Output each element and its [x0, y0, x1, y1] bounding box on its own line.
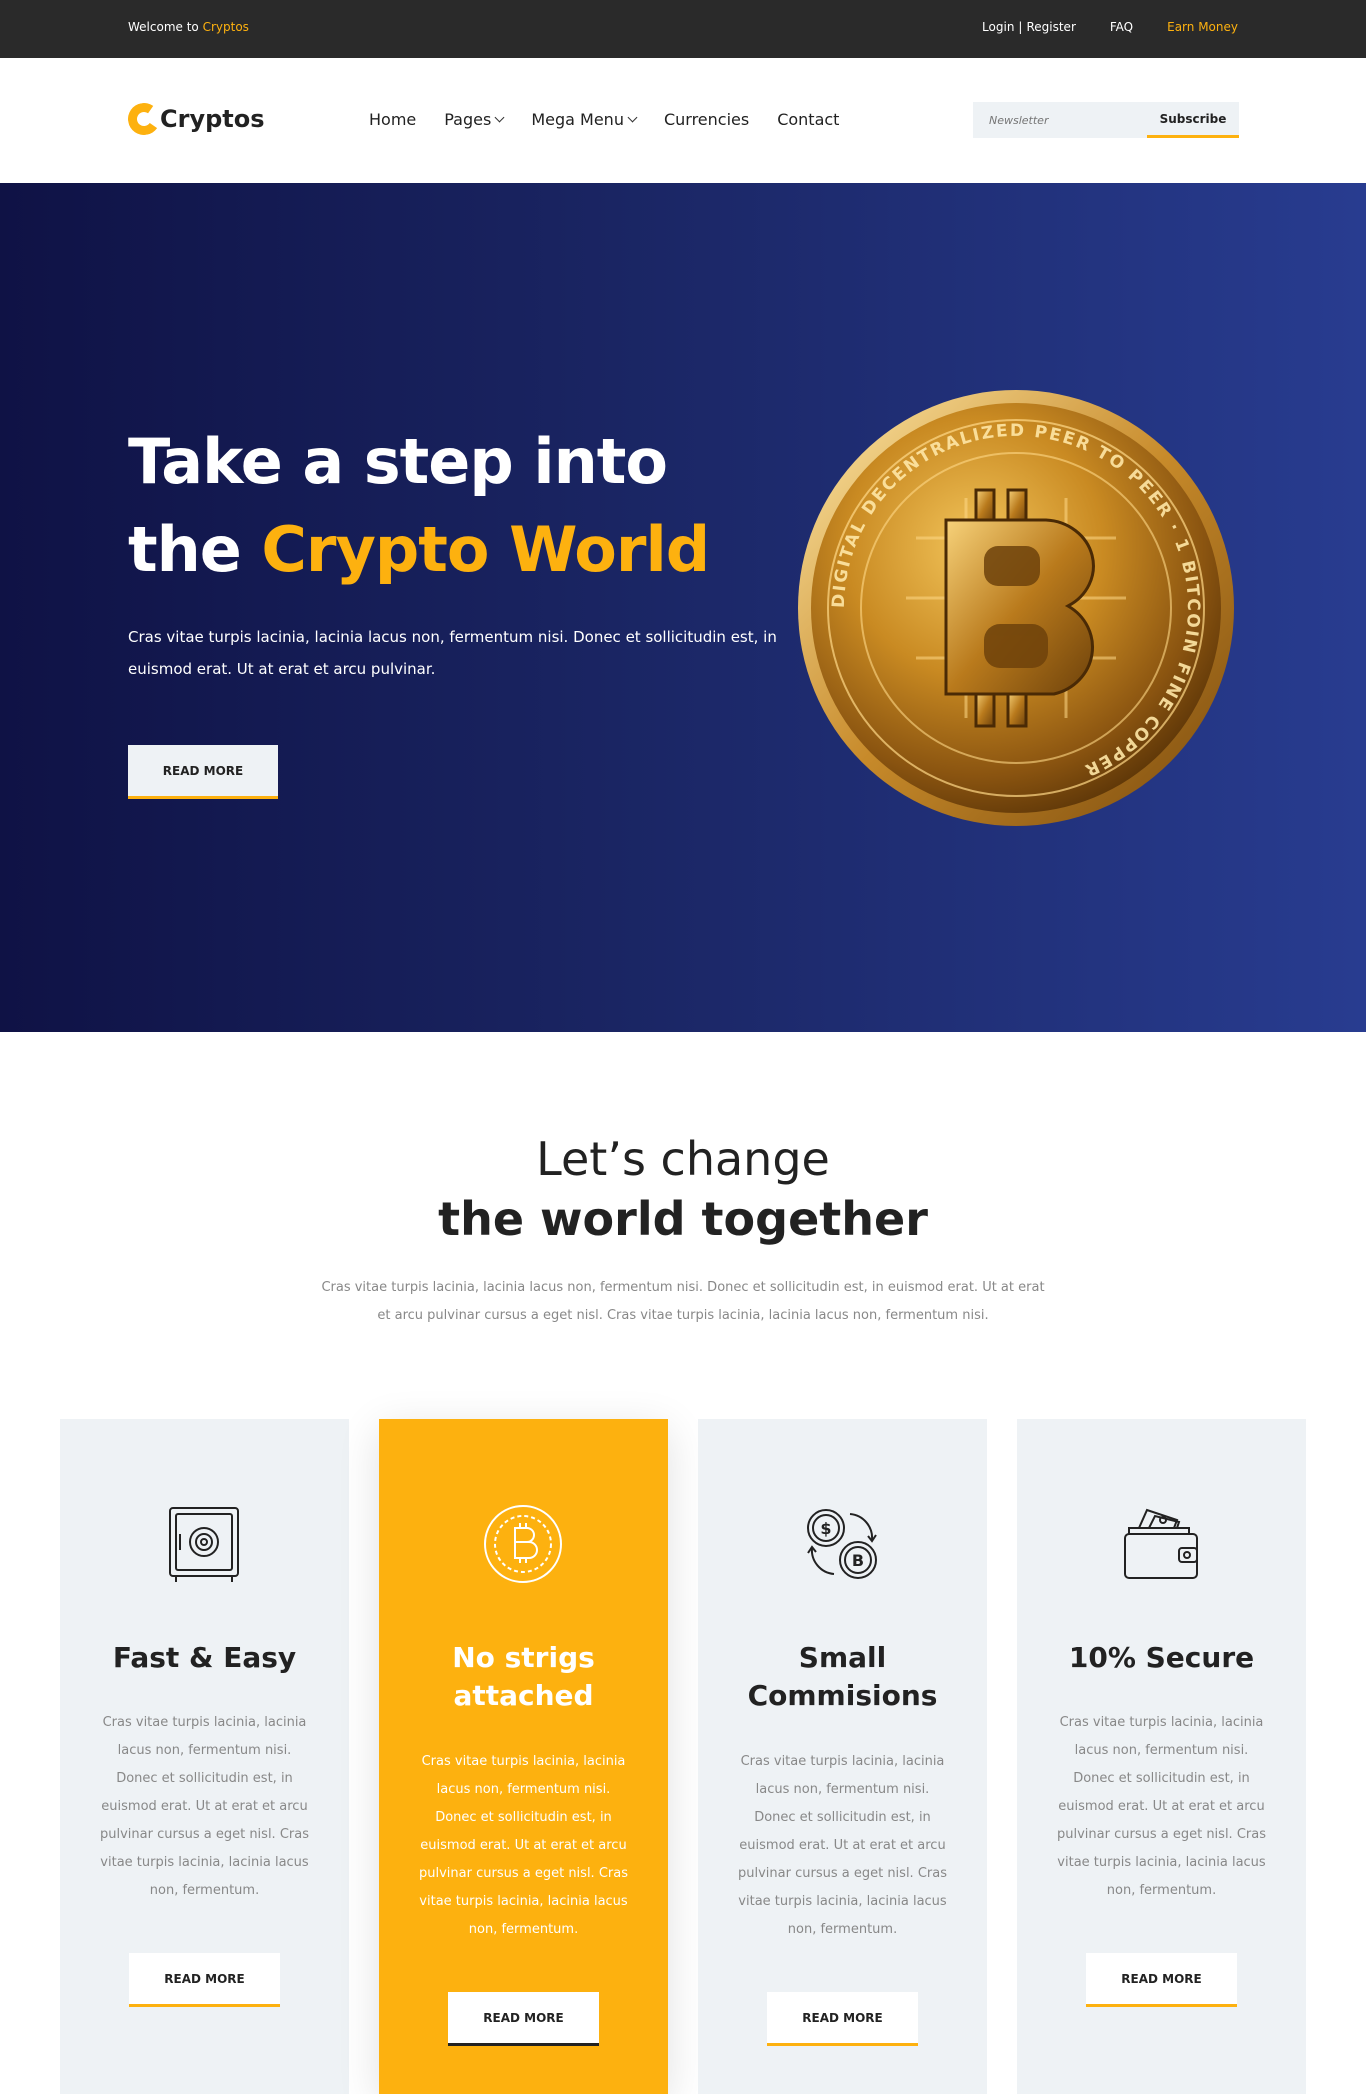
nav-item-mega-menu[interactable]: Mega Menu [531, 110, 638, 129]
nav-label: Home [369, 110, 417, 129]
card-text: Cras vitae turpis lacinia, lacinia lacus… [1057, 1715, 1266, 1898]
logo[interactable]: Cryptos [125, 100, 265, 138]
hero-read-more-button[interactable]: READ MORE [128, 745, 278, 799]
welcome-prefix: Welcome to [128, 20, 199, 34]
welcome-brand: Cryptos [202, 20, 249, 34]
card-text: Cras vitae turpis lacinia, lacinia lacus… [738, 1754, 947, 1937]
login-link[interactable]: Login [982, 20, 1014, 34]
auth-separator: | [1018, 20, 1023, 34]
chevron-down-icon [627, 112, 638, 123]
nav-item-home[interactable]: Home [369, 110, 416, 129]
main-nav: Home Pages Mega Menu Currencies Contact [369, 110, 839, 129]
main-header: Cryptos Home Pages Mega Menu Currencies … [0, 58, 1366, 183]
card-title: 10% Secure [1027, 1639, 1296, 1677]
hero-title-prefix: the [128, 513, 242, 586]
feature-card-secure: 10% Secure Cras vitae turpis lacinia, la… [1017, 1419, 1306, 2094]
top-bar: Welcome to Cryptos Login | Register FAQ Ea… [0, 0, 1366, 58]
card-read-more-button[interactable]: READ MORE [448, 1992, 599, 2046]
newsletter-form: Subscribe [973, 102, 1239, 138]
card-read-more-button[interactable]: READ MORE [1086, 1953, 1237, 2007]
card-text: Cras vitae turpis lacinia, lacinia lacus… [100, 1715, 309, 1898]
subscribe-button[interactable]: Subscribe [1147, 102, 1239, 138]
card-title-line2: attached [453, 1679, 594, 1712]
bitcoin-coin-image: DIGITAL DECENTRALIZED PEER TO PEER · 1 B… [798, 390, 1234, 826]
card-title: Small Commisions [708, 1639, 977, 1715]
svg-text:B: B [852, 1551, 864, 1570]
card-title-line1: No strigs [452, 1641, 595, 1674]
hero-title-accent: Crypto World [261, 513, 710, 586]
card-title: Fast & Easy [70, 1639, 339, 1677]
nav-item-currencies[interactable]: Currencies [664, 110, 749, 129]
card-read-more-button[interactable]: READ MORE [129, 1953, 280, 2007]
nav-label: Currencies [663, 110, 750, 129]
card-text: Cras vitae turpis lacinia, lacinia lacus… [419, 1754, 628, 1937]
hero-section: Take a step into the Crypto World Cras v… [0, 183, 1366, 1032]
newsletter-input[interactable] [973, 102, 1147, 138]
chevron-down-icon [494, 112, 505, 123]
feature-card-no-strings: No strigs attached Cras vitae turpis laci… [379, 1419, 668, 2094]
intro-text: Cras vitae turpis lacinia, lacinia lacus… [321, 1280, 1045, 1323]
wallet-icon [1124, 1508, 1198, 1579]
earn-money-link[interactable]: Earn Money [1167, 20, 1238, 34]
nav-label: Pages [444, 110, 492, 129]
logo-text: Cryptos [160, 105, 265, 133]
auth-links: Login | Register [982, 20, 1076, 34]
card-title-line1: 10% Secure [1068, 1641, 1255, 1674]
nav-item-contact[interactable]: Contact [777, 110, 839, 129]
top-links: Login | Register FAQ Earn Money [982, 20, 1238, 34]
hero-title-line1: Take a step into [128, 425, 668, 498]
faq-link[interactable]: FAQ [1110, 20, 1133, 34]
hero-title-line2: the Crypto World [128, 506, 710, 594]
card-title: No strigs attached [389, 1639, 658, 1715]
register-link[interactable]: Register [1026, 20, 1075, 34]
welcome-text: Welcome to Cryptos [128, 20, 249, 34]
feature-card-small-commissions: $ B Small Commisions Cras vitae turpis la… [698, 1419, 987, 2094]
card-title-line2: Commisions [747, 1679, 938, 1712]
card-title-line1: Fast & Easy [112, 1641, 297, 1674]
intro-heading-line2: the world together [0, 1192, 1366, 1246]
svg-text:$: $ [820, 1519, 831, 1538]
intro-heading-line1: Let’s change [536, 1132, 830, 1186]
nav-item-pages[interactable]: Pages [444, 110, 505, 129]
intro-heading-rest: together [701, 1192, 928, 1246]
safe-icon [169, 1507, 239, 1582]
hero-text: Cras vitae turpis lacinia, lacinia lacus… [128, 628, 777, 678]
bitcoin-coin-icon [484, 1505, 562, 1583]
hero-title: Take a step into the Crypto World [128, 418, 710, 594]
nav-label: Contact [777, 110, 840, 129]
logo-c-icon [125, 100, 163, 138]
feature-card-fast-easy: Fast & Easy Cras vitae turpis lacinia, l… [60, 1419, 349, 2094]
nav-label: Mega Menu [531, 110, 624, 129]
currency-exchange-icon: $ B [807, 1509, 877, 1579]
card-read-more-button[interactable]: READ MORE [767, 1992, 918, 2046]
intro-heading-bold: the world [438, 1192, 686, 1246]
card-title-line1: Small [798, 1641, 887, 1674]
